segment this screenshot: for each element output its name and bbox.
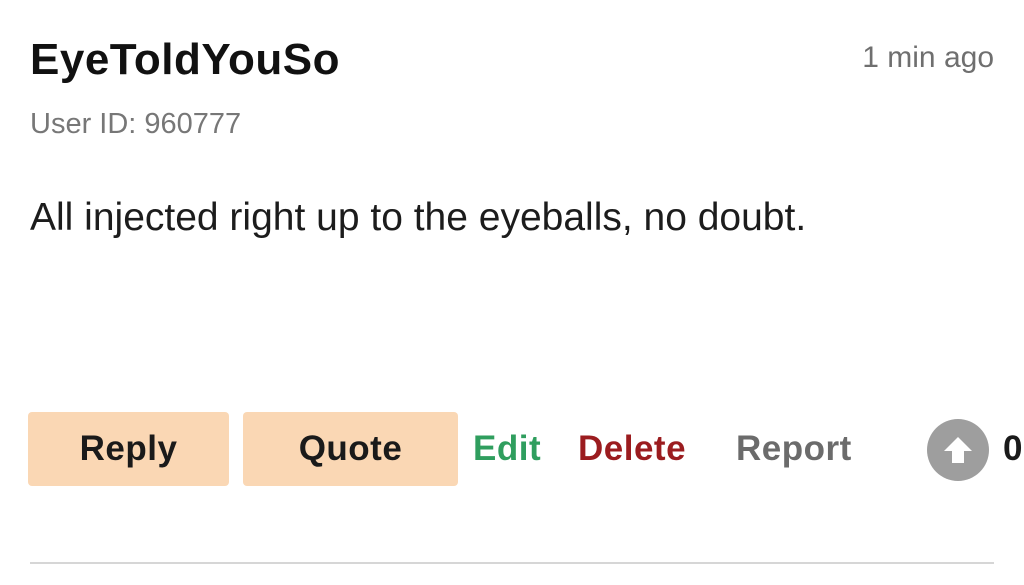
- vote-count: 0: [1003, 429, 1023, 468]
- comment-timestamp: 1 min ago: [862, 41, 994, 74]
- divider: [30, 562, 994, 564]
- quote-button[interactable]: Quote: [243, 412, 458, 486]
- upvote-button[interactable]: [927, 419, 989, 481]
- report-link[interactable]: Report: [736, 412, 852, 486]
- comment-user-id: User ID: 960777: [30, 108, 242, 140]
- arrow-up-icon: [944, 437, 972, 463]
- delete-link[interactable]: Delete: [578, 412, 686, 486]
- comment-username[interactable]: EyeToldYouSo: [30, 30, 340, 90]
- comment-body: All injected right up to the eyeballs, n…: [30, 196, 807, 239]
- edit-link[interactable]: Edit: [473, 412, 541, 486]
- reply-button[interactable]: Reply: [28, 412, 229, 486]
- comment-actions: Reply Quote Edit Delete Report 0: [28, 412, 1024, 486]
